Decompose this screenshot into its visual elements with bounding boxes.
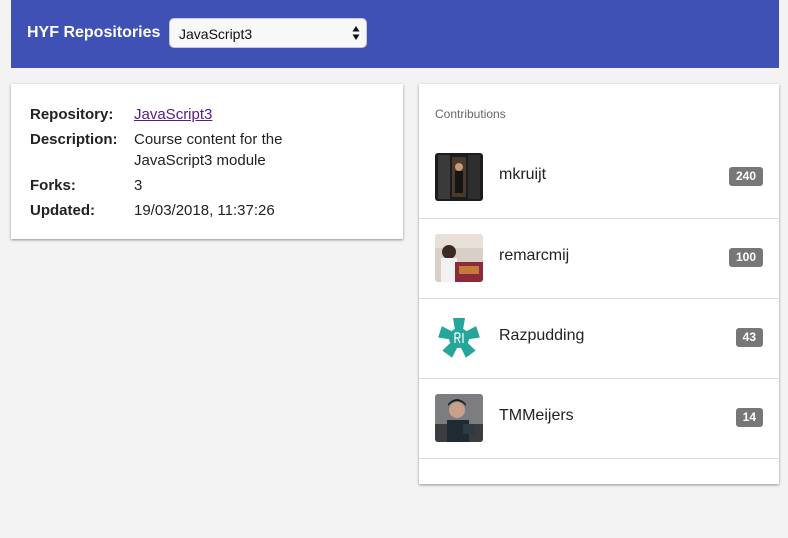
avatar xyxy=(435,394,483,442)
contributor-name: remarcmij xyxy=(499,247,570,264)
contributor-item[interactable]: TMMeijers 14 xyxy=(419,378,779,458)
contributor-item[interactable]: remarcmij 100 xyxy=(419,218,779,298)
contributor-item[interactable] xyxy=(419,458,779,538)
updated-value: 19/03/2018, 11:37:26 xyxy=(134,202,275,219)
contributor-name: Razpudding xyxy=(499,327,585,344)
avatar xyxy=(435,153,483,201)
repository-link[interactable]: JavaScript3 xyxy=(134,106,212,123)
app-title: HYF Repositories xyxy=(27,24,161,41)
repository-label: Repository: xyxy=(30,106,114,123)
contributor-name: TMMeijers xyxy=(499,407,574,424)
app-header: HYF Repositories JavaScript3 xyxy=(11,0,779,68)
forks-value: 3 xyxy=(134,177,143,194)
contributions-card: Contributions mkruijt 240 remarcmij 100 … xyxy=(419,84,779,484)
repository-select-value: JavaScript3 xyxy=(179,26,253,42)
contributor-item[interactable]: mkruijt 240 xyxy=(419,138,779,218)
contribution-count-badge: 240 xyxy=(728,167,763,186)
up-down-arrows-icon xyxy=(352,24,360,42)
repository-info-card: Repository: JavaScript3 Description: Cou… xyxy=(11,84,403,239)
avatar xyxy=(435,314,483,362)
contribution-count-badge: 43 xyxy=(735,328,763,347)
forks-label: Forks: xyxy=(30,177,76,194)
contribution-count-badge: 100 xyxy=(728,248,763,267)
contributor-name: mkruijt xyxy=(499,166,547,183)
description-value: Course content for the JavaScript3 modul… xyxy=(134,131,283,169)
repository-select[interactable]: JavaScript3 xyxy=(169,18,367,48)
description-label: Description: xyxy=(30,131,118,148)
updated-label: Updated: xyxy=(30,202,95,219)
contribution-count-badge: 14 xyxy=(735,408,763,427)
avatar xyxy=(435,234,483,282)
contributor-item[interactable]: Razpudding 43 xyxy=(419,298,779,378)
contributions-title: Contributions xyxy=(435,107,506,121)
